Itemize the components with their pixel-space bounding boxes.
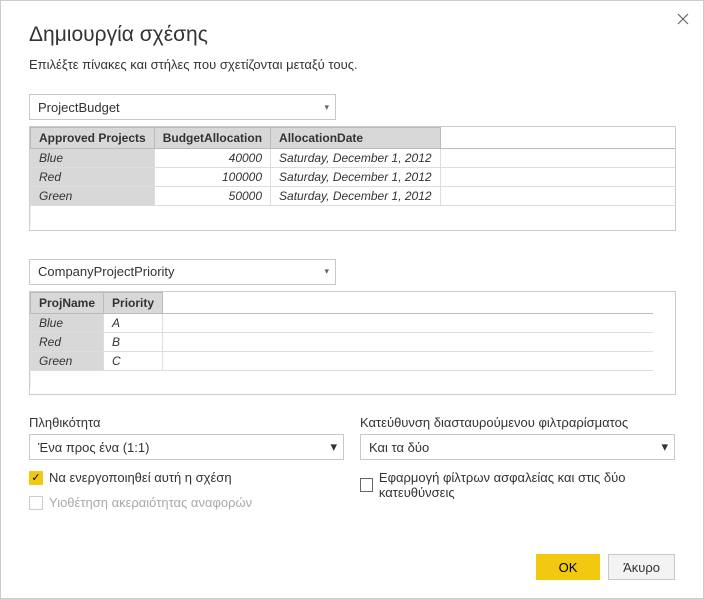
table-row: Red 100000 Saturday, December 1, 2012 xyxy=(31,168,676,187)
table1-header-1[interactable]: BudgetAllocation xyxy=(154,128,270,149)
table1-preview: Approved Projects BudgetAllocation Alloc… xyxy=(29,126,676,231)
table2-header-row: ProjName Priority xyxy=(31,292,653,313)
table1-dropdown[interactable]: ProjectBudget ▾ xyxy=(29,94,336,120)
close-icon xyxy=(677,13,689,25)
dialog-footer: OK Άκυρο xyxy=(536,554,675,580)
security-checkbox[interactable] xyxy=(360,478,373,492)
table2-dropdown-value: CompanyProjectPriority xyxy=(38,264,175,279)
chevron-down-icon: ▾ xyxy=(330,439,337,455)
table2-header-1[interactable]: Priority xyxy=(104,292,163,313)
table-row: Blue A xyxy=(31,313,653,332)
dialog-title: Δημιουργία σχέσης xyxy=(29,23,675,47)
integrity-checkbox-row: Υιοθέτηση ακεραιότητας αναφορών xyxy=(29,495,344,510)
integrity-label: Υιοθέτηση ακεραιότητας αναφορών xyxy=(49,495,252,510)
cardinality-value: Ένα προς ένα (1:1) xyxy=(38,440,149,455)
cancel-button[interactable]: Άκυρο xyxy=(608,554,675,580)
integrity-checkbox xyxy=(29,496,43,510)
cardinality-dropdown[interactable]: Ένα προς ένα (1:1) ▾ xyxy=(29,434,344,460)
activate-label: Να ενεργοποιηθεί αυτή η σχέση xyxy=(49,470,232,485)
dialog-subtitle: Επιλέξτε πίνακες και στήλες που σχετίζον… xyxy=(29,57,675,72)
table1-header-row: Approved Projects BudgetAllocation Alloc… xyxy=(31,128,676,149)
crossfilter-label: Κατεύθυνση διασταυρούμενου φιλτραρίσματο… xyxy=(360,415,675,430)
table2-preview: ProjName Priority Blue A Red B Green C xyxy=(29,291,676,396)
chevron-down-icon: ▾ xyxy=(661,439,668,455)
security-label: Εφαρμογή φίλτρων ασφαλείας και στις δύο … xyxy=(379,470,675,500)
security-checkbox-row[interactable]: Εφαρμογή φίλτρων ασφαλείας και στις δύο … xyxy=(360,470,675,500)
table-row: Green C xyxy=(31,351,653,370)
table1-header-2[interactable]: AllocationDate xyxy=(271,128,441,149)
table-row: Blue 40000 Saturday, December 1, 2012 xyxy=(31,149,676,168)
close-button[interactable] xyxy=(673,9,693,29)
cardinality-label: Πληθικότητα xyxy=(29,415,344,430)
ok-button[interactable]: OK xyxy=(536,554,600,580)
crossfilter-value: Και τα δύο xyxy=(369,440,429,455)
chevron-down-icon: ▾ xyxy=(324,102,329,113)
table1-dropdown-value: ProjectBudget xyxy=(38,100,120,115)
chevron-down-icon: ▾ xyxy=(324,266,329,277)
table2-dropdown[interactable]: CompanyProjectPriority ▾ xyxy=(29,259,336,285)
activate-checkbox-row[interactable]: ✓ Να ενεργοποιηθεί αυτή η σχέση xyxy=(29,470,344,485)
table1-header-0[interactable]: Approved Projects xyxy=(31,128,155,149)
table-row: Red B xyxy=(31,332,653,351)
activate-checkbox[interactable]: ✓ xyxy=(29,471,43,485)
table-row: Green 50000 Saturday, December 1, 2012 xyxy=(31,187,676,206)
create-relationship-dialog: Δημιουργία σχέσης Επιλέξτε πίνακες και σ… xyxy=(0,0,704,599)
table2-header-0[interactable]: ProjName xyxy=(31,292,104,313)
crossfilter-dropdown[interactable]: Και τα δύο ▾ xyxy=(360,434,675,460)
